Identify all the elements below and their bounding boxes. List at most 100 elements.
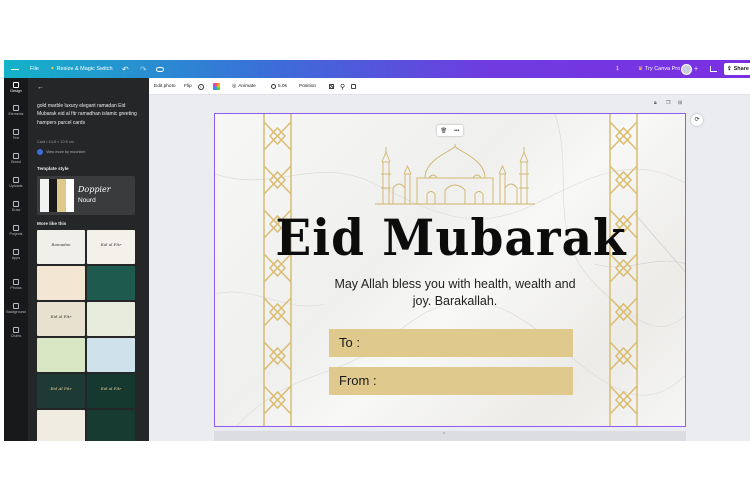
menu-icon[interactable] — [11, 60, 20, 78]
transparency-icon[interactable] — [329, 78, 334, 95]
try-pro-label: Try Canva Pro — [644, 66, 681, 72]
refresh-icon[interactable]: ⟳ — [691, 114, 703, 126]
template-thumbnail[interactable] — [37, 338, 85, 372]
template-style-card[interactable]: Doppier Nourd — [37, 176, 135, 215]
canvas-area: 🔒︎ ❐ ⊞ Eid Mubarak May Allah bless you w… — [149, 95, 750, 441]
text-icon — [13, 129, 19, 135]
animate-button[interactable]: ◎ Animate — [232, 78, 256, 95]
template-style-heading: Template style — [37, 166, 69, 171]
add-collaborator-button[interactable]: + — [694, 60, 698, 78]
delete-icon[interactable]: 🗑︎ — [441, 128, 447, 134]
rail-label: Apps — [11, 256, 21, 260]
lock-page-icon[interactable]: 🔒︎ — [654, 100, 657, 106]
share-button[interactable]: ⇪ Share — [724, 63, 750, 75]
top-bar: File ✦ Resize & Magic Switch ↶ ↷ 1 ♛ Try C… — [4, 60, 750, 78]
rail-label: Projects — [9, 232, 23, 236]
resize-label: Resize & Magic Switch — [56, 66, 113, 72]
rail-item-background[interactable]: Background — [4, 303, 28, 314]
color-swatches — [40, 179, 74, 212]
from-field[interactable]: From : — [329, 367, 573, 395]
rail-item-design[interactable]: Design — [4, 82, 28, 93]
animate-label: Animate — [238, 84, 256, 89]
template-thumbnail[interactable]: Ramadan — [37, 230, 85, 264]
rail-item-uploads[interactable]: Uploads — [4, 177, 28, 188]
share-label: Share — [733, 66, 749, 72]
resize-magic-switch-button[interactable]: ✦ Resize & Magic Switch — [50, 60, 113, 78]
apps-icon — [13, 249, 19, 255]
rail-label: Draw — [11, 208, 21, 212]
swatch — [57, 179, 66, 212]
template-title: gold marble luxury elegant ramadan Eid M… — [37, 103, 137, 126]
flip-button[interactable]: Flip — [184, 78, 192, 95]
card-message[interactable]: May Allah bless you with health, wealth … — [325, 276, 585, 310]
rail-label: Charts — [10, 334, 22, 338]
thumbnail-text: Eid Al Fitr — [50, 386, 72, 391]
photos-icon — [13, 279, 19, 285]
next-page-strip[interactable]: ⌃ — [214, 431, 686, 441]
template-thumbnail[interactable]: Eid Al Fitr — [37, 374, 85, 408]
swatch — [40, 179, 49, 212]
more-like-this-heading: More like this — [37, 221, 67, 226]
back-arrow-icon[interactable]: ← — [37, 84, 44, 91]
file-menu[interactable]: File — [30, 60, 39, 78]
rail-item-elements[interactable]: Elements — [4, 105, 28, 116]
template-thumbnail[interactable]: Eid al Fitr — [87, 230, 135, 264]
template-thumbnail[interactable] — [87, 410, 135, 441]
left-nav-rail: Design Elements Text Brand Uploads Draw … — [4, 78, 28, 441]
rail-item-brand[interactable]: Brand — [4, 153, 28, 164]
share-icon: ⇪ — [727, 66, 732, 72]
screenshot-stage: File ✦ Resize & Magic Switch ↶ ↷ 1 ♛ Try C… — [0, 0, 750, 500]
design-panel: ← gold marble luxury elegant ramadan Eid… — [28, 78, 149, 441]
duration-button[interactable]: 5.0s — [271, 78, 287, 95]
card-title[interactable]: Eid Mubarak — [215, 210, 685, 268]
rail-item-text[interactable]: Text — [4, 129, 28, 140]
lock-icon[interactable] — [351, 78, 356, 95]
rail-item-charts[interactable]: Charts — [4, 327, 28, 338]
expand-handle-icon: ⌃ — [442, 432, 447, 438]
template-thumbnail[interactable]: Eid al Fitr — [87, 374, 135, 408]
edit-photo-button[interactable]: Edit photo — [154, 78, 176, 95]
template-thumbnail[interactable] — [87, 266, 135, 300]
draw-icon — [13, 201, 19, 207]
template-thumbnail[interactable]: Eid al Fitr — [37, 302, 85, 336]
template-thumbnail[interactable] — [37, 410, 85, 441]
template-thumbnail[interactable] — [37, 266, 85, 300]
cloud-save-icon[interactable] — [156, 60, 164, 78]
author-label: View more by moonkim — [46, 150, 86, 154]
to-label: To : — [339, 335, 360, 350]
eid-card-design[interactable]: Eid Mubarak May Allah bless you with hea… — [214, 113, 686, 427]
rail-label: Text — [12, 136, 20, 140]
undo-icon[interactable]: ↶ — [122, 60, 129, 78]
insights-icon[interactable] — [710, 60, 717, 78]
try-canva-pro-button[interactable]: ♛ Try Canva Pro — [638, 60, 680, 78]
template-thumbnail[interactable] — [87, 338, 135, 372]
rail-item-projects[interactable]: Projects — [4, 225, 28, 236]
swatch — [48, 179, 57, 212]
background-icon — [13, 303, 19, 309]
brand-icon — [13, 153, 19, 159]
duplicate-page-icon[interactable]: ❐ — [666, 100, 670, 106]
color-picker-icon[interactable] — [213, 78, 220, 95]
redo-icon[interactable]: ↷ — [140, 60, 147, 78]
rail-label: Design — [10, 89, 22, 93]
style-paint-icon[interactable]: ⚲ — [340, 78, 345, 95]
add-page-icon[interactable]: ⊞ — [678, 100, 682, 106]
position-button[interactable]: Position — [299, 78, 316, 95]
style-font-secondary: Nourd — [78, 197, 96, 204]
thumbnail-text: Eid al Fitr — [100, 386, 122, 391]
from-label: From : — [339, 373, 377, 388]
projects-icon — [13, 225, 19, 231]
clock-icon — [271, 84, 276, 89]
charts-icon — [13, 327, 19, 333]
rail-label: Brand — [11, 160, 21, 164]
to-field[interactable]: To : — [329, 329, 573, 357]
template-thumbnail[interactable] — [87, 302, 135, 336]
avatar[interactable] — [681, 60, 692, 78]
rail-item-photos[interactable]: Photos — [4, 279, 28, 290]
author-link[interactable]: View more by moonkim — [37, 149, 85, 155]
rail-item-draw[interactable]: Draw — [4, 201, 28, 212]
rail-label: Elements — [8, 112, 24, 116]
more-options-icon[interactable]: ••• — [454, 128, 459, 134]
rail-item-apps[interactable]: Apps — [4, 249, 28, 260]
info-icon[interactable]: i — [198, 78, 204, 95]
